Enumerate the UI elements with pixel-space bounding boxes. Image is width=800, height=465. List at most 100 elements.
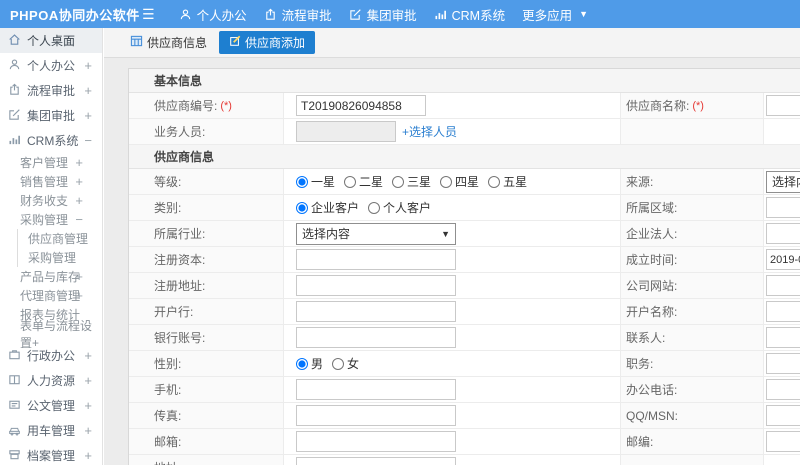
gender-radio[interactable] bbox=[296, 357, 308, 370]
nav-item-personal-office[interactable]: 个人办公 bbox=[179, 5, 247, 24]
industry-select[interactable]: 选择内容 ▼ bbox=[296, 222, 456, 245]
field-cell bbox=[284, 455, 621, 465]
sidebar-item-sales-mgmt[interactable]: 销售管理 + bbox=[0, 172, 102, 191]
sidebar-item-archive-mgmt[interactable]: 档案管理 + bbox=[0, 443, 102, 465]
select-value: 选择内容 bbox=[772, 175, 800, 189]
fax-input[interactable] bbox=[296, 405, 456, 426]
radio-option[interactable]: 三星 bbox=[392, 173, 431, 190]
chart-icon bbox=[8, 133, 21, 149]
level-radio[interactable] bbox=[392, 175, 405, 188]
expand-toggle[interactable]: + bbox=[75, 269, 83, 284]
sidebar-item-personal-office[interactable]: 个人办公 + bbox=[0, 53, 102, 78]
sidebar-item-label: 产品与库存 bbox=[20, 270, 81, 284]
sidebar-item-purchase-mgmt[interactable]: 采购管理 − bbox=[0, 210, 102, 229]
source-select[interactable]: 选择内容▼ bbox=[766, 170, 800, 193]
select-staff-link[interactable]: +选择人员 bbox=[402, 123, 457, 140]
form-row: 注册资本: 成立时间: bbox=[129, 247, 800, 273]
field-label: 邮编: bbox=[621, 429, 764, 454]
bank-input[interactable] bbox=[296, 301, 456, 322]
sidebar-item-product-inventory[interactable]: 产品与库存 + bbox=[0, 267, 102, 286]
document-icon bbox=[8, 398, 21, 414]
zip-input[interactable] bbox=[766, 431, 800, 452]
capital-input[interactable] bbox=[296, 249, 456, 270]
expand-toggle[interactable]: + bbox=[84, 83, 92, 98]
field-cell bbox=[284, 325, 621, 350]
expand-toggle[interactable]: + bbox=[75, 174, 83, 189]
expand-toggle[interactable]: + bbox=[84, 423, 92, 438]
radio-option[interactable]: 四星 bbox=[440, 173, 479, 190]
radio-option[interactable]: 二星 bbox=[344, 173, 383, 190]
source-label: 来源: bbox=[626, 175, 654, 189]
radio-option[interactable]: 一星 bbox=[296, 173, 335, 190]
expand-toggle[interactable]: + bbox=[84, 448, 92, 463]
qq-msn-input[interactable] bbox=[766, 405, 800, 426]
reg-address-input[interactable] bbox=[296, 275, 456, 296]
supplier-no-input[interactable] bbox=[296, 95, 426, 116]
level-radio[interactable] bbox=[296, 175, 308, 188]
radio-label: 企业客户 bbox=[311, 201, 360, 215]
radio-option[interactable]: 女 bbox=[332, 355, 359, 372]
contact-input[interactable] bbox=[766, 327, 800, 348]
sidebar-item-personal-desktop[interactable]: 个人桌面 bbox=[0, 28, 102, 53]
sidebar-item-vehicle-mgmt[interactable]: 用车管理 + bbox=[0, 418, 102, 443]
field-label: 来源: bbox=[621, 169, 764, 194]
category-radio[interactable] bbox=[296, 201, 308, 214]
address-input[interactable] bbox=[296, 457, 456, 465]
field-cell bbox=[764, 377, 800, 402]
expand-toggle[interactable]: + bbox=[75, 288, 83, 303]
sidebar-item-supplier-mgmt[interactable]: 供应商管理 bbox=[18, 229, 102, 248]
category-radio[interactable] bbox=[368, 201, 381, 214]
field-cell bbox=[764, 299, 800, 324]
tab-supplier-add[interactable]: 供应商添加 bbox=[219, 31, 316, 54]
expand-toggle[interactable]: + bbox=[84, 108, 92, 123]
radio-option[interactable]: 男 bbox=[296, 355, 323, 372]
collapse-toggle[interactable]: − bbox=[75, 212, 83, 227]
gender-radio[interactable] bbox=[332, 357, 345, 370]
tab-supplier-info[interactable]: 供应商信息 bbox=[130, 34, 207, 51]
radio-option[interactable]: 个人客户 bbox=[368, 199, 431, 216]
staff-input[interactable] bbox=[296, 121, 396, 142]
nav-item-more-apps[interactable]: 更多应用 ▼ bbox=[522, 5, 588, 24]
account-name-input[interactable] bbox=[766, 301, 800, 322]
level-radio[interactable] bbox=[488, 175, 501, 188]
sidebar-item-hr[interactable]: 人力资源 + bbox=[0, 368, 102, 393]
sidebar-item-agent-mgmt[interactable]: 代理商管理 + bbox=[0, 286, 102, 305]
expand-toggle[interactable]: + bbox=[75, 155, 83, 170]
supplier-no-label: 供应商编号: bbox=[154, 99, 218, 113]
sidebar-item-group-approval[interactable]: 集团审批 + bbox=[0, 103, 102, 128]
nav-item-group-approval[interactable]: 集团审批 bbox=[349, 5, 417, 24]
level-radio[interactable] bbox=[344, 175, 357, 188]
office-tel-input[interactable] bbox=[766, 379, 800, 400]
radio-option[interactable]: 五星 bbox=[488, 173, 527, 190]
nav-item-workflow-approval[interactable]: 流程审批 bbox=[264, 5, 332, 24]
sidebar-item-purchasing[interactable]: 采购管理 bbox=[18, 248, 102, 267]
sidebar-item-form-flow-settings[interactable]: 表单与流程设置+ bbox=[0, 319, 102, 350]
sidebar-item-label: 个人桌面 bbox=[27, 34, 76, 48]
expand-toggle[interactable]: + bbox=[84, 58, 92, 73]
sidebar-item-document-mgmt[interactable]: 公文管理 + bbox=[0, 393, 102, 418]
expand-toggle[interactable]: + bbox=[84, 373, 92, 388]
mobile-input[interactable] bbox=[296, 379, 456, 400]
supplier-name-input[interactable] bbox=[766, 95, 800, 116]
menu-toggle-icon[interactable]: ☰ bbox=[142, 6, 155, 23]
nav-item-crm-system[interactable]: CRM系统 bbox=[434, 5, 505, 24]
collapse-toggle[interactable]: − bbox=[84, 133, 92, 148]
expand-toggle[interactable]: + bbox=[75, 193, 83, 208]
field-label: 手机: bbox=[129, 377, 284, 402]
region-input[interactable] bbox=[766, 197, 800, 218]
sidebar-item-crm-system[interactable]: CRM系统 − bbox=[0, 128, 102, 153]
sidebar-item-customer-mgmt[interactable]: 客户管理 + bbox=[0, 153, 102, 172]
sidebar-item-workflow-approval[interactable]: 流程审批 + bbox=[0, 78, 102, 103]
expand-toggle[interactable]: + bbox=[84, 348, 92, 363]
job-title-input[interactable] bbox=[766, 353, 800, 374]
expand-toggle[interactable]: + bbox=[84, 398, 92, 413]
website-input[interactable] bbox=[766, 275, 800, 296]
sidebar-item-admin-office[interactable]: 行政办公 + bbox=[0, 343, 102, 368]
sidebar-item-finance[interactable]: 财务收支 + bbox=[0, 191, 102, 210]
radio-option[interactable]: 企业客户 bbox=[296, 199, 359, 216]
bank-no-input[interactable] bbox=[296, 327, 456, 348]
legal-person-input[interactable] bbox=[766, 223, 800, 244]
founded-input[interactable] bbox=[766, 249, 800, 270]
level-radio[interactable] bbox=[440, 175, 453, 188]
email-input[interactable] bbox=[296, 431, 456, 452]
